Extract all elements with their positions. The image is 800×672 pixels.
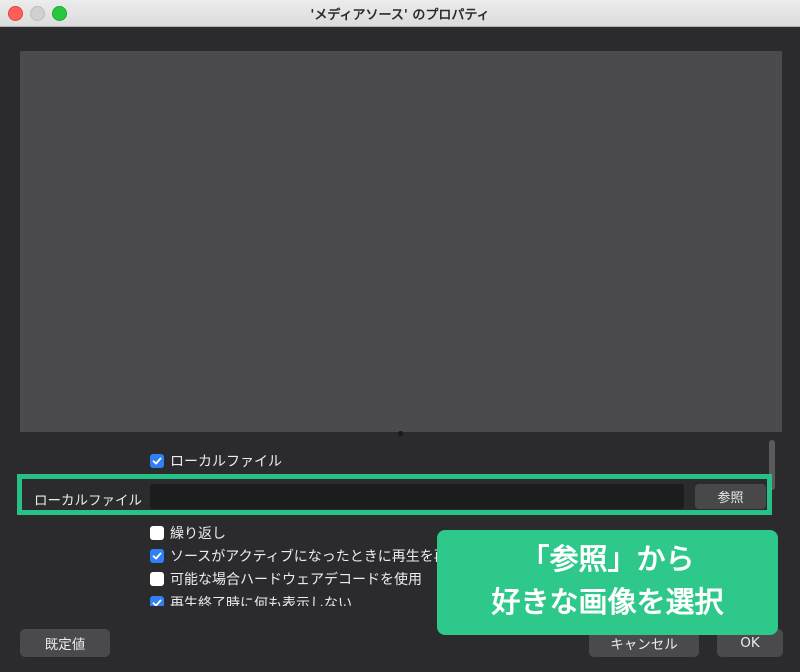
hardware-decode-label: 可能な場合ハードウェアデコードを使用	[170, 572, 422, 588]
hide-on-end-option[interactable]: 再生終了時に何も表示しない	[150, 593, 352, 606]
checkmark-icon	[152, 552, 162, 560]
browse-button[interactable]: 参照	[695, 484, 766, 509]
restart-on-activate-option[interactable]: ソースがアクティブになったときに再生を再	[150, 547, 448, 565]
local-file-field-label: ローカルファイル	[34, 493, 142, 509]
hide-on-end-checkbox[interactable]	[150, 596, 164, 606]
restart-on-activate-label: ソースがアクティブになったときに再生を再	[170, 549, 448, 565]
window-title: 'メディアソース' のプロパティ	[310, 8, 490, 23]
restart-on-activate-checkbox[interactable]	[150, 549, 164, 563]
hardware-decode-checkbox[interactable]	[150, 572, 164, 586]
source-preview	[20, 51, 782, 432]
checkmark-icon	[152, 457, 162, 465]
hide-on-end-label: 再生終了時に何も表示しない	[170, 596, 352, 606]
defaults-button[interactable]: 既定値	[20, 629, 110, 657]
checkmark-icon	[152, 599, 162, 606]
callout-line-1: 「参照」から	[520, 542, 695, 576]
instruction-callout: 「参照」から 好きな画像を選択	[437, 530, 778, 635]
loop-checkbox[interactable]	[150, 526, 164, 540]
callout-line-2: 好きな画像を選択	[491, 585, 724, 619]
properties-dialog: ローカルファイル ローカルファイル 参照 繰り返し ソースがアクティブになったと…	[0, 27, 800, 672]
loop-option[interactable]: 繰り返し	[150, 524, 226, 542]
local-file-checkbox-label: ローカルファイル	[170, 454, 282, 470]
splitter-handle[interactable]	[398, 431, 403, 436]
title-bar: 'メディアソース' のプロパティ	[0, 0, 800, 27]
loop-label: 繰り返し	[170, 526, 226, 542]
local-file-field-row: ローカルファイル 参照	[17, 474, 772, 515]
local-file-checkbox[interactable]	[150, 454, 164, 468]
local-file-path-input[interactable]	[150, 484, 684, 509]
local-file-checkbox-row[interactable]: ローカルファイル	[150, 452, 282, 470]
hardware-decode-option[interactable]: 可能な場合ハードウェアデコードを使用	[150, 570, 422, 588]
